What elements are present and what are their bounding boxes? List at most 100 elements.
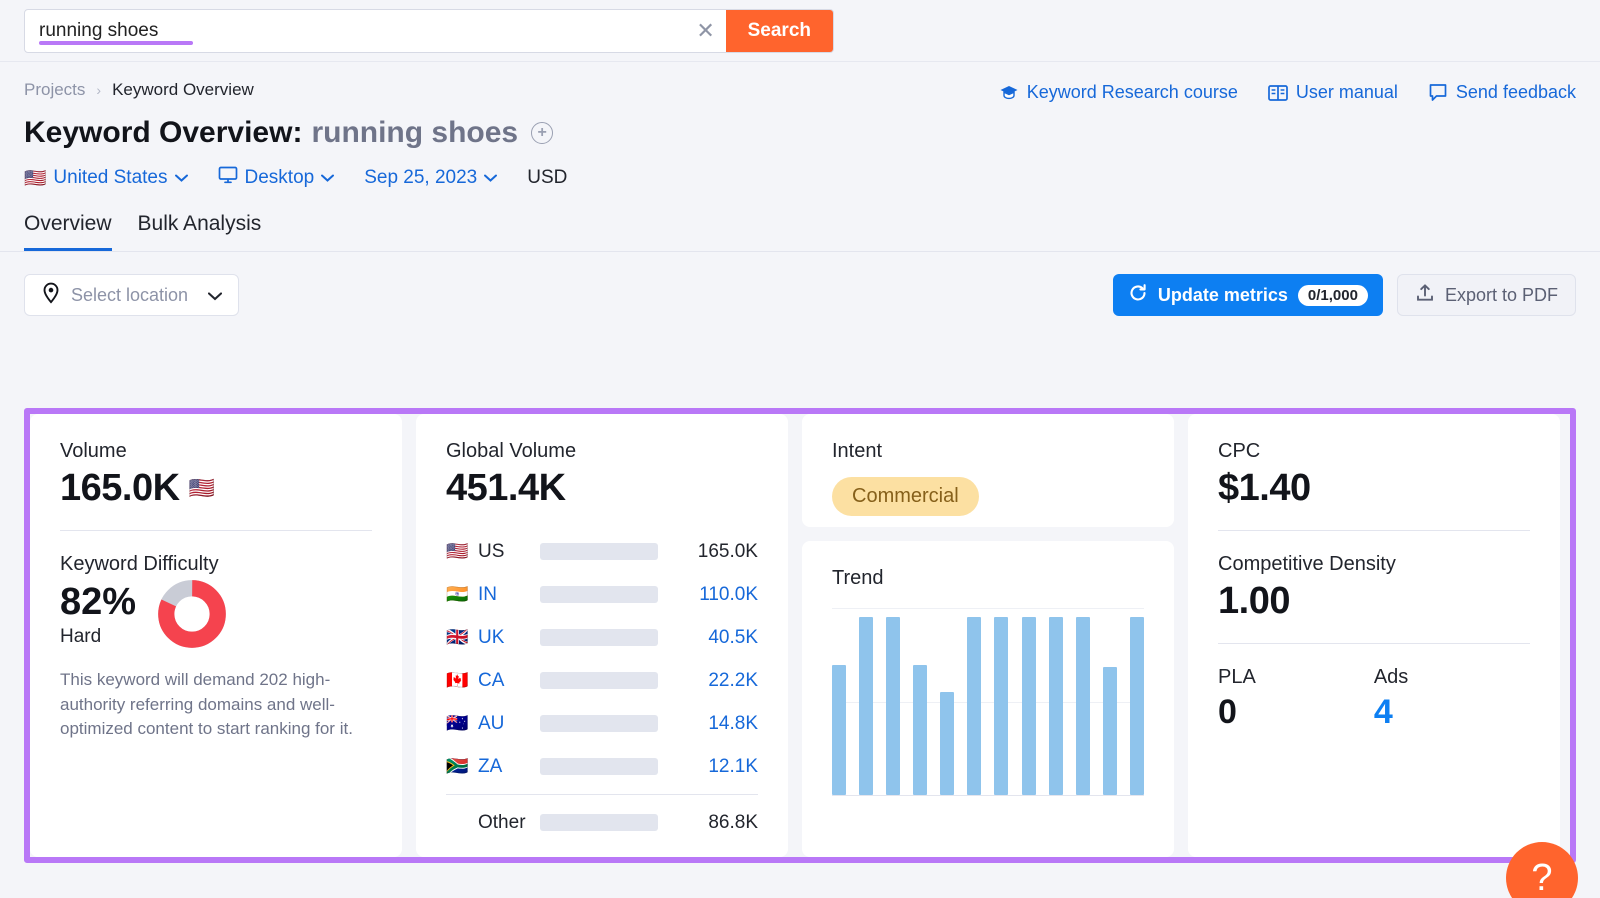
volume-value[interactable]: 110.0K [666, 584, 758, 606]
divider [1218, 530, 1530, 531]
keyword-difficulty-description: This keyword will demand 202 high-author… [60, 668, 372, 742]
update-metrics-label: Update metrics [1158, 285, 1288, 306]
search-bar: ✕ Search [0, 0, 1600, 62]
country-code[interactable]: CA [478, 670, 540, 692]
search-input[interactable] [39, 20, 686, 42]
volume-value[interactable]: 22.2K [666, 670, 758, 692]
device-label: Desktop [245, 167, 315, 189]
select-location-dropdown[interactable]: Select location [24, 274, 239, 316]
export-icon [1415, 283, 1435, 308]
trend-bar [1130, 617, 1144, 795]
global-volume-row[interactable]: 🇬🇧UK40.5K [446, 616, 758, 659]
volume-bar [540, 758, 658, 775]
trend-label: Trend [832, 567, 1144, 590]
country-code[interactable]: AU [478, 713, 540, 735]
cpc-value: $1.40 [1218, 467, 1530, 510]
volume-bar [540, 814, 658, 831]
keyword-difficulty-value: 82% [60, 581, 136, 624]
metrics-cards: Volume 165.0K 🇺🇸 Keyword Difficulty 82% … [30, 414, 1570, 857]
send-feedback-link[interactable]: Send feedback [1428, 82, 1576, 103]
pla-value: 0 [1218, 693, 1256, 732]
chevron-down-icon [208, 285, 222, 306]
speech-bubble-icon [1428, 83, 1448, 102]
trend-bar [940, 692, 954, 795]
global-volume-row[interactable]: 🇺🇸US165.0K [446, 530, 758, 573]
global-volume-country-list: 🇺🇸US165.0K🇮🇳IN110.0K🇬🇧UK40.5K🇨🇦CA22.2K🇦🇺… [446, 530, 758, 844]
competitive-density-value: 1.00 [1218, 580, 1530, 623]
keyword-research-course-link[interactable]: Keyword Research course [999, 82, 1238, 103]
toolbar-actions: Update metrics 0/1,000 Export to PDF [1113, 274, 1576, 316]
trend-bar [1103, 667, 1117, 795]
page-title-prefix: Keyword Overview: [24, 116, 302, 150]
volume-value[interactable]: 12.1K [666, 756, 758, 778]
ads-label: Ads [1374, 666, 1408, 689]
trend-bar [886, 617, 900, 795]
breadcrumb-projects[interactable]: Projects [24, 80, 85, 100]
divider [60, 530, 372, 531]
keyword-difficulty-label: Keyword Difficulty [60, 553, 372, 576]
trend-bar [859, 617, 873, 795]
competitive-density-label: Competitive Density [1218, 553, 1530, 576]
country-code[interactable]: IN [478, 584, 540, 606]
volume-value[interactable]: 40.5K [666, 627, 758, 649]
flag-icon: 🇿🇦 [446, 756, 478, 777]
keyword-difficulty-level: Hard [60, 626, 136, 648]
flag-icon: 🇦🇺 [446, 713, 478, 734]
volume-value: 165.0K [60, 467, 180, 510]
tab-overview[interactable]: Overview [24, 212, 112, 251]
book-icon [1268, 84, 1288, 102]
update-metrics-quota-badge: 0/1,000 [1298, 285, 1368, 306]
refresh-icon [1128, 283, 1148, 308]
intent-label: Intent [832, 440, 1144, 463]
flag-icon: 🇺🇸 [24, 169, 46, 187]
global-volume-row[interactable]: 🇿🇦ZA 12.1K [446, 745, 758, 788]
global-volume-row[interactable]: 🇮🇳IN110.0K [446, 573, 758, 616]
country-code[interactable]: ZA [478, 756, 540, 778]
tab-bulk-analysis[interactable]: Bulk Analysis [138, 212, 262, 251]
cpc-label: CPC [1218, 440, 1530, 463]
user-manual-link[interactable]: User manual [1268, 82, 1398, 103]
page-header: Projects › Keyword Overview Keyword Rese… [0, 62, 1600, 190]
search-input-wrapper[interactable] [25, 10, 686, 52]
global-volume-row[interactable]: Other86.8K [446, 801, 758, 844]
keyword-research-course-label: Keyword Research course [1027, 82, 1238, 103]
date-label: Sep 25, 2023 [364, 167, 477, 189]
flag-icon: 🇺🇸 [189, 478, 215, 499]
meta-row: 🇺🇸 United States Desktop Sep 25, 2023 US… [24, 166, 1576, 190]
trend-bars [832, 608, 1144, 795]
country-code[interactable]: UK [478, 627, 540, 649]
trend-card: Trend [802, 541, 1174, 857]
global-volume-row[interactable]: 🇦🇺AU 14.8K [446, 702, 758, 745]
country-selector[interactable]: 🇺🇸 United States [24, 167, 188, 189]
ads-block: Ads 4 [1374, 666, 1408, 732]
update-metrics-button[interactable]: Update metrics 0/1,000 [1113, 274, 1383, 316]
plus-circle-icon[interactable]: + [531, 122, 553, 144]
pla-label: PLA [1218, 666, 1256, 689]
country-label: United States [53, 167, 167, 189]
pla-block: PLA 0 [1218, 666, 1256, 732]
location-pin-icon [41, 282, 61, 309]
export-to-pdf-label: Export to PDF [1445, 285, 1558, 306]
trend-bar [1049, 617, 1063, 795]
global-volume-row[interactable]: 🇨🇦CA 22.2K [446, 659, 758, 702]
search-button[interactable]: Search [726, 10, 833, 52]
user-manual-label: User manual [1296, 82, 1398, 103]
volume-value[interactable]: 14.8K [666, 713, 758, 735]
trend-bar [1076, 617, 1090, 795]
device-selector[interactable]: Desktop [218, 166, 335, 190]
date-selector[interactable]: Sep 25, 2023 [364, 167, 497, 189]
search-box[interactable]: ✕ Search [24, 9, 834, 53]
country-code: US [478, 541, 540, 563]
breadcrumb-current: Keyword Overview [112, 80, 254, 100]
send-feedback-label: Send feedback [1456, 82, 1576, 103]
close-icon[interactable]: ✕ [686, 10, 726, 52]
page-title-keyword: running shoes [311, 116, 518, 150]
ads-value[interactable]: 4 [1374, 693, 1408, 732]
volume-bar [540, 543, 658, 560]
export-to-pdf-button[interactable]: Export to PDF [1397, 274, 1576, 316]
intent-badge[interactable]: Commercial [832, 477, 979, 516]
trend-bar-chart [832, 608, 1144, 796]
desktop-icon [218, 166, 238, 190]
trend-bar [994, 617, 1008, 795]
flag-icon: 🇨🇦 [446, 670, 478, 691]
